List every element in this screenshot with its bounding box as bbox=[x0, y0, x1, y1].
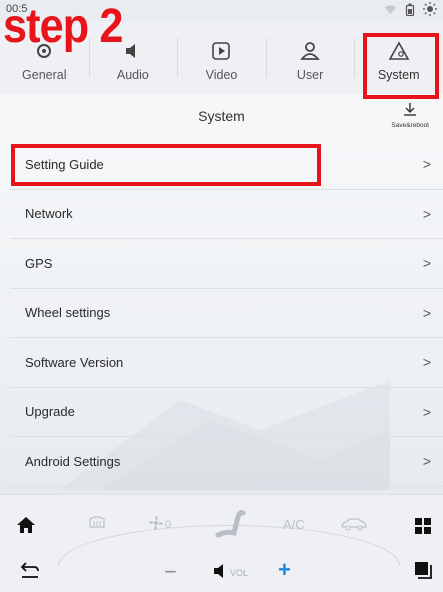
tab-user-label: User bbox=[296, 68, 324, 82]
system-menu-list: Setting Guide > Network > GPS > Wheel se… bbox=[10, 140, 443, 487]
page-title: System bbox=[198, 108, 245, 124]
user-icon bbox=[299, 40, 321, 62]
page-header: System Save&reboot bbox=[0, 94, 443, 141]
brightness-icon[interactable] bbox=[423, 2, 437, 19]
wifi-icon bbox=[384, 4, 397, 18]
chevron-right-icon: > bbox=[422, 304, 431, 321]
fan-level: 0 bbox=[165, 518, 172, 531]
volume-up-button[interactable]: + bbox=[278, 557, 291, 583]
fan-icon bbox=[148, 515, 164, 534]
chevron-right-icon: > bbox=[422, 156, 431, 173]
back-icon[interactable] bbox=[20, 561, 40, 579]
tab-video-label: Video bbox=[205, 68, 238, 82]
volume-down-button[interactable]: − bbox=[164, 559, 177, 585]
highlight-setting-guide bbox=[11, 144, 321, 186]
volume-speaker-icon bbox=[212, 563, 228, 582]
save-reboot-button[interactable]: Save&reboot bbox=[391, 102, 429, 129]
recent-apps-icon[interactable] bbox=[414, 561, 432, 579]
seat-icon[interactable] bbox=[212, 509, 246, 539]
save-reboot-label: Save&reboot bbox=[391, 122, 429, 129]
chevron-right-icon: > bbox=[422, 403, 431, 420]
menu-item-gps[interactable]: GPS > bbox=[10, 239, 443, 289]
step-label: step 2 bbox=[3, 0, 123, 53]
volume-label: VOL bbox=[230, 567, 249, 578]
home-icon[interactable] bbox=[16, 515, 36, 535]
menu-item-upgrade[interactable]: Upgrade > bbox=[10, 388, 443, 437]
bottom-control-bar: 0 A/C − VOL + bbox=[0, 494, 443, 592]
battery-icon bbox=[405, 3, 415, 19]
menu-item-label: Network bbox=[25, 206, 73, 222]
speaker-icon bbox=[122, 40, 144, 62]
menu-item-label: Upgrade bbox=[25, 404, 75, 420]
fan-control[interactable]: 0 bbox=[148, 515, 171, 534]
highlight-system-tab bbox=[363, 33, 439, 99]
play-icon bbox=[210, 40, 232, 62]
menu-item-software-version[interactable]: Software Version > bbox=[10, 338, 443, 388]
menu-item-android-settings[interactable]: Android Settings > bbox=[10, 437, 443, 487]
download-icon bbox=[403, 102, 417, 121]
menu-item-network[interactable]: Network > bbox=[10, 190, 443, 239]
chevron-right-icon: > bbox=[422, 205, 431, 222]
menu-item-label: Android Settings bbox=[25, 453, 121, 469]
tab-video[interactable]: Video bbox=[177, 22, 266, 94]
chevron-right-icon: > bbox=[422, 255, 431, 272]
menu-item-label: Software Version bbox=[25, 354, 124, 370]
menu-item-wheel-settings[interactable]: Wheel settings > bbox=[10, 289, 443, 338]
tab-audio-label: Audio bbox=[116, 68, 149, 82]
app-grid-icon[interactable] bbox=[414, 517, 432, 535]
volume-indicator: VOL bbox=[212, 563, 248, 582]
car-recirculation-icon[interactable] bbox=[340, 517, 368, 531]
menu-item-label: GPS bbox=[25, 255, 53, 271]
status-icons bbox=[384, 2, 437, 19]
chevron-right-icon: > bbox=[422, 453, 431, 470]
chevron-right-icon: > bbox=[422, 354, 431, 371]
ac-button[interactable]: A/C bbox=[283, 517, 305, 532]
menu-item-label: Wheel settings bbox=[25, 305, 111, 321]
tab-user[interactable]: User bbox=[265, 22, 355, 94]
tab-general-label: General bbox=[22, 68, 67, 82]
rear-defrost-icon[interactable] bbox=[88, 515, 106, 531]
